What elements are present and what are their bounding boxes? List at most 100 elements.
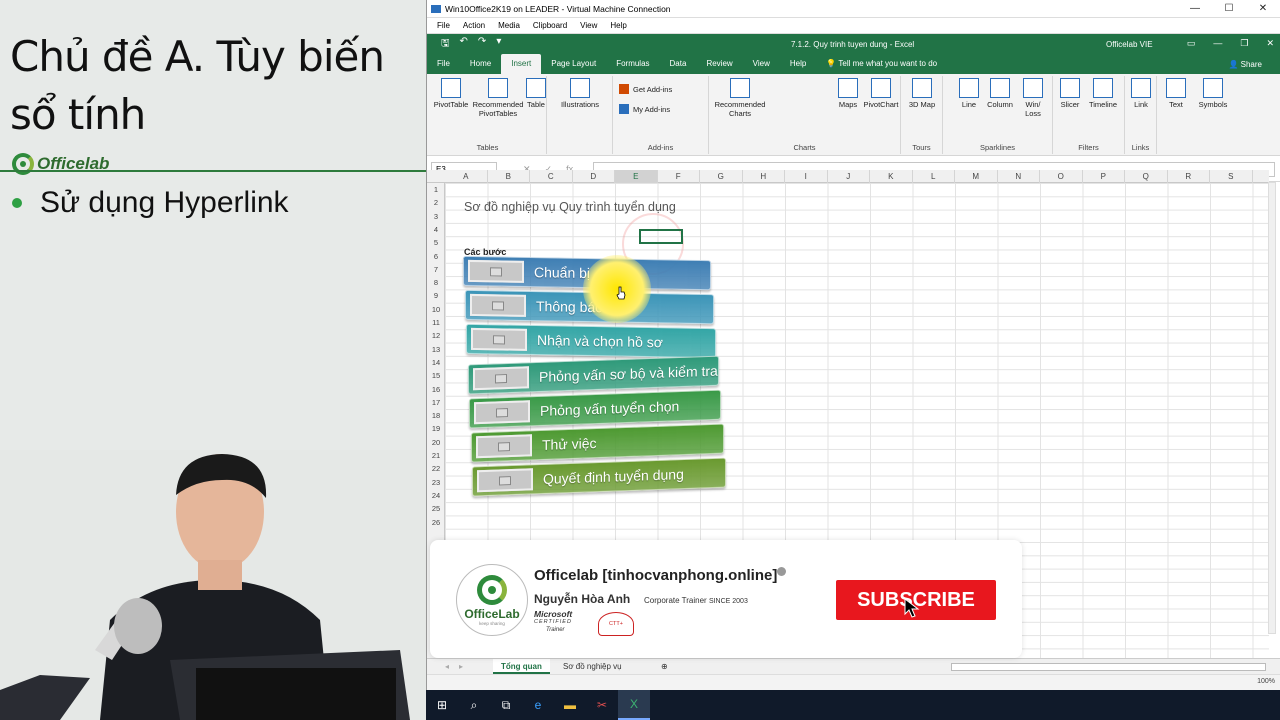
maps-button[interactable]: Maps — [835, 78, 861, 109]
pivottable-button[interactable]: PivotTable — [431, 78, 471, 109]
tab-insert[interactable]: Insert — [501, 54, 542, 74]
column-header-l[interactable]: L — [913, 170, 955, 183]
row-header-1[interactable]: 1 — [427, 185, 445, 194]
column-header-i[interactable]: I — [785, 170, 828, 183]
tab-data[interactable]: Data — [660, 54, 697, 74]
column-header-o[interactable]: O — [1040, 170, 1083, 183]
zoom-level[interactable]: 100% — [1257, 678, 1275, 685]
vm-menu-help[interactable]: Help — [610, 21, 626, 30]
column-header-e[interactable]: E — [615, 170, 658, 183]
row-header-20[interactable]: 20 — [427, 438, 445, 447]
row-header-6[interactable]: 6 — [427, 252, 445, 261]
process-step[interactable]: Thử việc — [470, 423, 724, 463]
close-icon[interactable]: ✕ — [1246, 0, 1280, 18]
vm-menu-file[interactable]: File — [437, 21, 450, 30]
add-sheet-icon[interactable]: ⊕ — [653, 659, 676, 674]
tab-help[interactable]: Help — [780, 54, 816, 74]
vertical-scrollbar[interactable] — [1268, 182, 1276, 634]
step-picture-placeholder-icon[interactable] — [474, 400, 530, 425]
sheet-tab-so-do[interactable]: Sơ đồ nghiệp vụ — [555, 659, 630, 674]
column-header-q[interactable]: Q — [1125, 170, 1168, 183]
get-addins-button[interactable]: Get Add-ins — [619, 84, 672, 94]
customize-qat-icon[interactable]: ▾ — [496, 36, 501, 53]
column-header-b[interactable]: B — [488, 170, 530, 183]
ribbon-display-icon[interactable]: ▭ — [1187, 38, 1196, 49]
row-header-4[interactable]: 4 — [427, 225, 445, 234]
process-step[interactable]: Phỏng vấn tuyển chọn — [469, 389, 721, 429]
excel-taskbar-icon[interactable]: X — [618, 690, 650, 720]
column-header-r[interactable]: R — [1168, 170, 1210, 183]
row-header-19[interactable]: 19 — [427, 424, 445, 433]
process-step[interactable]: Quyết định tuyển dụng — [472, 457, 726, 497]
row-header-8[interactable]: 8 — [427, 278, 445, 287]
my-addins-button[interactable]: My Add-ins — [619, 104, 670, 114]
column-header-f[interactable]: F — [658, 170, 700, 183]
maximize-icon[interactable]: ☐ — [1212, 0, 1246, 18]
column-header-d[interactable]: D — [573, 170, 615, 183]
column-header-g[interactable]: G — [700, 170, 743, 183]
row-header-26[interactable]: 26 — [427, 518, 445, 527]
tab-formulas[interactable]: Formulas — [606, 54, 659, 74]
row-header-17[interactable]: 17 — [427, 398, 445, 407]
row-header-11[interactable]: 11 — [427, 318, 445, 327]
row-header-22[interactable]: 22 — [427, 464, 445, 473]
sparkline-winloss-button[interactable]: Win/ Loss — [1019, 78, 1047, 118]
sheet-tab-tong-quan[interactable]: Tổng quan — [493, 659, 550, 674]
horizontal-scrollbar[interactable] — [951, 663, 1266, 671]
share-button[interactable]: 👤 Share — [1228, 60, 1262, 69]
windows-start-icon[interactable]: ⊞ — [426, 690, 458, 720]
column-header-a[interactable]: A — [445, 170, 488, 183]
3d-map-button[interactable]: 3D Map — [907, 78, 937, 109]
illustrations-button[interactable]: Illustrations — [555, 78, 605, 109]
row-header-21[interactable]: 21 — [427, 451, 445, 460]
search-icon[interactable]: ⌕ — [458, 690, 490, 720]
row-header-23[interactable]: 23 — [427, 478, 445, 487]
excel-restore-icon[interactable]: ❐ — [1240, 38, 1248, 49]
recommended-charts-button[interactable]: Recommended Charts — [711, 78, 769, 118]
row-header-9[interactable]: 9 — [427, 291, 445, 300]
vm-menu-view[interactable]: View — [580, 21, 597, 30]
tab-view[interactable]: View — [743, 54, 780, 74]
row-header-18[interactable]: 18 — [427, 411, 445, 420]
sparkline-line-button[interactable]: Line — [955, 78, 983, 109]
row-header-16[interactable]: 16 — [427, 385, 445, 394]
row-header-5[interactable]: 5 — [427, 238, 445, 247]
selected-cell-e3[interactable] — [639, 229, 683, 244]
vm-menu-media[interactable]: Media — [498, 21, 520, 30]
slicer-button[interactable]: Slicer — [1057, 78, 1083, 109]
step-picture-placeholder-icon[interactable] — [469, 293, 526, 317]
tab-file[interactable]: File — [427, 54, 460, 74]
process-step[interactable]: Phỏng vấn sơ bộ và kiểm tra — [467, 355, 719, 395]
column-header-p[interactable]: P — [1083, 170, 1125, 183]
vm-menu-action[interactable]: Action — [463, 21, 485, 30]
edge-icon[interactable]: e — [522, 690, 554, 720]
file-explorer-icon[interactable]: ▬ — [554, 690, 586, 720]
sparkline-column-button[interactable]: Column — [983, 78, 1017, 109]
row-header-7[interactable]: 7 — [427, 265, 445, 274]
column-header-h[interactable]: H — [743, 170, 785, 183]
save-icon[interactable]: 🖫 — [441, 36, 450, 53]
symbols-button[interactable]: Symbols — [1195, 78, 1231, 109]
sheet-next-icon[interactable]: ▸ — [451, 659, 471, 674]
timeline-button[interactable]: Timeline — [1085, 78, 1121, 109]
task-view-icon[interactable]: ⧉ — [490, 690, 522, 720]
undo-icon[interactable]: ↶ — [460, 36, 468, 53]
row-header-12[interactable]: 12 — [427, 331, 445, 340]
row-header-24[interactable]: 24 — [427, 491, 445, 500]
row-header-15[interactable]: 15 — [427, 371, 445, 380]
link-button[interactable]: Link — [1129, 78, 1153, 109]
pivotchart-button[interactable]: PivotChart — [861, 78, 901, 109]
cell-a1-title[interactable]: Sơ đồ nghiệp vụ Quy trình tuyển dụng — [464, 200, 676, 214]
row-header-3[interactable]: 3 — [427, 212, 445, 221]
tell-me-search[interactable]: 💡 Tell me what you want to do — [816, 54, 947, 74]
table-button[interactable]: Table — [525, 78, 547, 109]
row-header-10[interactable]: 10 — [427, 305, 445, 314]
row-header-13[interactable]: 13 — [427, 345, 445, 354]
minimize-icon[interactable]: — — [1178, 0, 1212, 18]
tab-home[interactable]: Home — [460, 54, 501, 74]
snipping-tool-icon[interactable]: ✂ — [586, 690, 618, 720]
step-picture-placeholder-icon[interactable] — [477, 468, 533, 493]
excel-close-icon[interactable]: ✕ — [1266, 38, 1274, 49]
step-picture-placeholder-icon[interactable] — [472, 366, 529, 391]
account-name[interactable]: Officelab VIE — [1106, 40, 1153, 49]
